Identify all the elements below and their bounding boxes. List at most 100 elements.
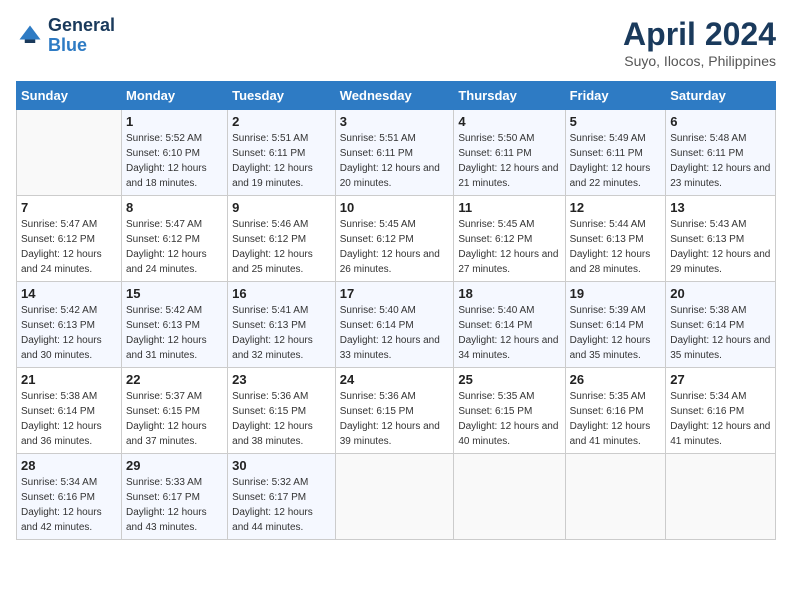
day-number: 13 <box>670 200 771 215</box>
header: General Blue April 2024 Suyo, Ilocos, Ph… <box>16 16 776 69</box>
day-number: 11 <box>458 200 560 215</box>
day-info: Sunrise: 5:36 AMSunset: 6:15 PMDaylight:… <box>232 389 331 449</box>
day-header-saturday: Saturday <box>666 82 776 110</box>
day-info: Sunrise: 5:47 AMSunset: 6:12 PMDaylight:… <box>21 217 117 277</box>
day-number: 2 <box>232 114 331 129</box>
day-header-tuesday: Tuesday <box>228 82 336 110</box>
day-number: 26 <box>570 372 662 387</box>
day-number: 16 <box>232 286 331 301</box>
day-number: 14 <box>21 286 117 301</box>
calendar-week-row: 14 Sunrise: 5:42 AMSunset: 6:13 PMDaylig… <box>17 282 776 368</box>
day-number: 18 <box>458 286 560 301</box>
day-header-sunday: Sunday <box>17 82 122 110</box>
day-info: Sunrise: 5:47 AMSunset: 6:12 PMDaylight:… <box>126 217 223 277</box>
calendar-cell: 30 Sunrise: 5:32 AMSunset: 6:17 PMDaylig… <box>228 454 336 540</box>
day-header-monday: Monday <box>121 82 227 110</box>
day-info: Sunrise: 5:38 AMSunset: 6:14 PMDaylight:… <box>21 389 117 449</box>
day-number: 7 <box>21 200 117 215</box>
calendar-cell: 29 Sunrise: 5:33 AMSunset: 6:17 PMDaylig… <box>121 454 227 540</box>
logo-text: General Blue <box>48 16 115 56</box>
day-number: 10 <box>340 200 450 215</box>
day-number: 8 <box>126 200 223 215</box>
day-number: 28 <box>21 458 117 473</box>
calendar-cell: 1 Sunrise: 5:52 AMSunset: 6:10 PMDayligh… <box>121 110 227 196</box>
day-header-thursday: Thursday <box>454 82 565 110</box>
calendar-cell: 13 Sunrise: 5:43 AMSunset: 6:13 PMDaylig… <box>666 196 776 282</box>
calendar-cell: 25 Sunrise: 5:35 AMSunset: 6:15 PMDaylig… <box>454 368 565 454</box>
calendar-body: 1 Sunrise: 5:52 AMSunset: 6:10 PMDayligh… <box>17 110 776 540</box>
day-header-friday: Friday <box>565 82 666 110</box>
day-info: Sunrise: 5:43 AMSunset: 6:13 PMDaylight:… <box>670 217 771 277</box>
day-number: 30 <box>232 458 331 473</box>
calendar-cell: 3 Sunrise: 5:51 AMSunset: 6:11 PMDayligh… <box>335 110 454 196</box>
day-number: 15 <box>126 286 223 301</box>
day-number: 21 <box>21 372 117 387</box>
calendar-cell: 18 Sunrise: 5:40 AMSunset: 6:14 PMDaylig… <box>454 282 565 368</box>
calendar-week-row: 7 Sunrise: 5:47 AMSunset: 6:12 PMDayligh… <box>17 196 776 282</box>
day-info: Sunrise: 5:32 AMSunset: 6:17 PMDaylight:… <box>232 475 331 535</box>
calendar-cell: 23 Sunrise: 5:36 AMSunset: 6:15 PMDaylig… <box>228 368 336 454</box>
calendar-cell: 8 Sunrise: 5:47 AMSunset: 6:12 PMDayligh… <box>121 196 227 282</box>
logo: General Blue <box>16 16 115 56</box>
calendar-cell: 16 Sunrise: 5:41 AMSunset: 6:13 PMDaylig… <box>228 282 336 368</box>
calendar-cell: 15 Sunrise: 5:42 AMSunset: 6:13 PMDaylig… <box>121 282 227 368</box>
calendar-table: SundayMondayTuesdayWednesdayThursdayFrid… <box>16 81 776 540</box>
title-area: April 2024 Suyo, Ilocos, Philippines <box>623 16 776 69</box>
day-number: 24 <box>340 372 450 387</box>
month-title: April 2024 <box>623 16 776 53</box>
day-info: Sunrise: 5:42 AMSunset: 6:13 PMDaylight:… <box>21 303 117 363</box>
day-number: 5 <box>570 114 662 129</box>
calendar-cell <box>666 454 776 540</box>
calendar-cell: 2 Sunrise: 5:51 AMSunset: 6:11 PMDayligh… <box>228 110 336 196</box>
calendar-cell: 4 Sunrise: 5:50 AMSunset: 6:11 PMDayligh… <box>454 110 565 196</box>
day-info: Sunrise: 5:33 AMSunset: 6:17 PMDaylight:… <box>126 475 223 535</box>
day-info: Sunrise: 5:44 AMSunset: 6:13 PMDaylight:… <box>570 217 662 277</box>
calendar-cell: 27 Sunrise: 5:34 AMSunset: 6:16 PMDaylig… <box>666 368 776 454</box>
day-info: Sunrise: 5:41 AMSunset: 6:13 PMDaylight:… <box>232 303 331 363</box>
calendar-cell: 11 Sunrise: 5:45 AMSunset: 6:12 PMDaylig… <box>454 196 565 282</box>
day-info: Sunrise: 5:37 AMSunset: 6:15 PMDaylight:… <box>126 389 223 449</box>
day-number: 3 <box>340 114 450 129</box>
calendar-cell: 20 Sunrise: 5:38 AMSunset: 6:14 PMDaylig… <box>666 282 776 368</box>
day-number: 19 <box>570 286 662 301</box>
day-number: 17 <box>340 286 450 301</box>
calendar-cell: 24 Sunrise: 5:36 AMSunset: 6:15 PMDaylig… <box>335 368 454 454</box>
day-number: 9 <box>232 200 331 215</box>
day-info: Sunrise: 5:35 AMSunset: 6:16 PMDaylight:… <box>570 389 662 449</box>
day-info: Sunrise: 5:40 AMSunset: 6:14 PMDaylight:… <box>340 303 450 363</box>
calendar-cell <box>565 454 666 540</box>
calendar-header-row: SundayMondayTuesdayWednesdayThursdayFrid… <box>17 82 776 110</box>
calendar-cell: 10 Sunrise: 5:45 AMSunset: 6:12 PMDaylig… <box>335 196 454 282</box>
logo-icon <box>16 22 44 50</box>
day-number: 1 <box>126 114 223 129</box>
calendar-cell: 19 Sunrise: 5:39 AMSunset: 6:14 PMDaylig… <box>565 282 666 368</box>
day-info: Sunrise: 5:45 AMSunset: 6:12 PMDaylight:… <box>340 217 450 277</box>
calendar-cell: 14 Sunrise: 5:42 AMSunset: 6:13 PMDaylig… <box>17 282 122 368</box>
day-info: Sunrise: 5:39 AMSunset: 6:14 PMDaylight:… <box>570 303 662 363</box>
day-info: Sunrise: 5:52 AMSunset: 6:10 PMDaylight:… <box>126 131 223 191</box>
day-info: Sunrise: 5:34 AMSunset: 6:16 PMDaylight:… <box>21 475 117 535</box>
day-info: Sunrise: 5:36 AMSunset: 6:15 PMDaylight:… <box>340 389 450 449</box>
calendar-cell <box>17 110 122 196</box>
day-info: Sunrise: 5:51 AMSunset: 6:11 PMDaylight:… <box>340 131 450 191</box>
day-info: Sunrise: 5:40 AMSunset: 6:14 PMDaylight:… <box>458 303 560 363</box>
calendar-week-row: 1 Sunrise: 5:52 AMSunset: 6:10 PMDayligh… <box>17 110 776 196</box>
calendar-cell: 12 Sunrise: 5:44 AMSunset: 6:13 PMDaylig… <box>565 196 666 282</box>
day-info: Sunrise: 5:42 AMSunset: 6:13 PMDaylight:… <box>126 303 223 363</box>
day-number: 20 <box>670 286 771 301</box>
calendar-cell: 28 Sunrise: 5:34 AMSunset: 6:16 PMDaylig… <box>17 454 122 540</box>
day-info: Sunrise: 5:34 AMSunset: 6:16 PMDaylight:… <box>670 389 771 449</box>
calendar-week-row: 21 Sunrise: 5:38 AMSunset: 6:14 PMDaylig… <box>17 368 776 454</box>
day-info: Sunrise: 5:48 AMSunset: 6:11 PMDaylight:… <box>670 131 771 191</box>
calendar-cell: 22 Sunrise: 5:37 AMSunset: 6:15 PMDaylig… <box>121 368 227 454</box>
day-number: 23 <box>232 372 331 387</box>
calendar-week-row: 28 Sunrise: 5:34 AMSunset: 6:16 PMDaylig… <box>17 454 776 540</box>
day-info: Sunrise: 5:46 AMSunset: 6:12 PMDaylight:… <box>232 217 331 277</box>
calendar-cell: 5 Sunrise: 5:49 AMSunset: 6:11 PMDayligh… <box>565 110 666 196</box>
day-number: 22 <box>126 372 223 387</box>
day-info: Sunrise: 5:51 AMSunset: 6:11 PMDaylight:… <box>232 131 331 191</box>
calendar-cell: 17 Sunrise: 5:40 AMSunset: 6:14 PMDaylig… <box>335 282 454 368</box>
calendar-cell <box>335 454 454 540</box>
day-number: 4 <box>458 114 560 129</box>
day-number: 27 <box>670 372 771 387</box>
